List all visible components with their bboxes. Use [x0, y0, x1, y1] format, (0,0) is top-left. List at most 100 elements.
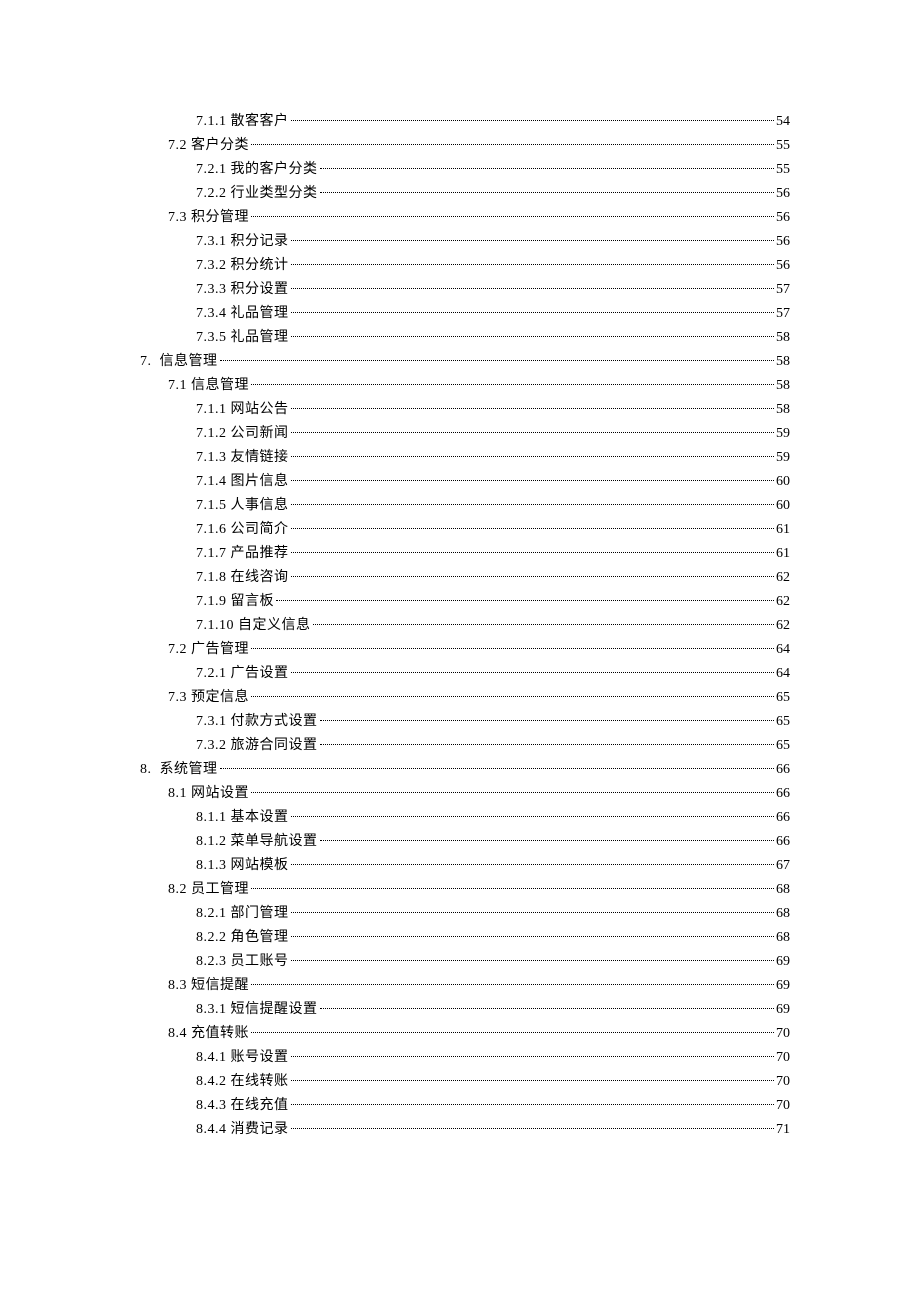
toc-entry-title: 7.1.10 自定义信息: [196, 614, 311, 638]
toc-entry: 8.2 员工管理68: [140, 878, 790, 902]
toc-entry: 8.3.1 短信提醒设置 69: [140, 998, 790, 1022]
toc-entry-title: 7.1.4 图片信息: [196, 470, 289, 494]
toc-entry-page: 66: [776, 782, 790, 806]
toc-entry: 7.3.1 积分记录56: [140, 230, 790, 254]
toc-entry: 7.3 积分管理 56: [140, 206, 790, 230]
toc-entry-title: 8.4.4 消费记录: [196, 1118, 289, 1142]
toc-entry: 8.4 充值转账 70: [140, 1022, 790, 1046]
toc-entry-page: 56: [776, 230, 790, 254]
toc-entry-title: 7.3.3 积分设置: [196, 278, 289, 302]
toc-entry-page: 62: [776, 566, 790, 590]
toc-leader: [251, 792, 774, 793]
toc-leader: [291, 936, 775, 937]
toc-entry-page: 69: [776, 998, 790, 1022]
toc-entry: 8.1.1 基本设置66: [140, 806, 790, 830]
toc-entry: 7.1.5 人事信息60: [140, 494, 790, 518]
toc-entry-page: 65: [776, 734, 790, 758]
toc-entry-title: 8.1 网站设置: [168, 782, 249, 806]
toc-entry-page: 70: [776, 1094, 790, 1118]
toc-entry-page: 70: [776, 1046, 790, 1070]
toc-entry: 7.1.7 产品推荐 61: [140, 542, 790, 566]
toc-entry-title: 7.2.1 我的客户分类: [196, 158, 318, 182]
toc-entry: 7.1.8 在线咨询 62: [140, 566, 790, 590]
toc-entry: 8.2.3 员工账号69: [140, 950, 790, 974]
toc-entry-title: 7.1.1 散客客户: [196, 110, 289, 134]
toc-leader: [291, 960, 775, 961]
toc-entry-page: 61: [776, 542, 790, 566]
toc-leader: [320, 720, 775, 721]
toc-entry-page: 70: [776, 1022, 790, 1046]
toc-entry-page: 59: [776, 422, 790, 446]
toc-entry-title: 7. 信息管理: [140, 350, 218, 374]
toc-entry-title: 8.3.1 短信提醒设置: [196, 998, 318, 1022]
toc-entry: 7.1.1 网站公告 58: [140, 398, 790, 422]
toc-entry: 8.4.3 在线充值70: [140, 1094, 790, 1118]
toc-entry-title: 8.1.3 网站模板: [196, 854, 289, 878]
toc-entry-page: 56: [776, 182, 790, 206]
toc-entry: 7.3.3 积分设置57: [140, 278, 790, 302]
toc-entry-title: 8.4 充值转账: [168, 1022, 249, 1046]
toc-leader: [320, 168, 775, 169]
toc-entry-title: 8.4.1 账号设置: [196, 1046, 289, 1070]
toc-leader: [291, 528, 775, 529]
toc-entry-page: 59: [776, 446, 790, 470]
toc-leader: [291, 864, 775, 865]
toc-entry: 8.3 短信提醒69: [140, 974, 790, 998]
toc-entry-title: 8.4.2 在线转账: [196, 1070, 289, 1094]
toc-leader: [291, 1056, 775, 1057]
toc-leader: [251, 384, 774, 385]
toc-entry: 7. 信息管理 58: [140, 350, 790, 374]
toc-entry-title: 7.1.7 产品推荐: [196, 542, 289, 566]
toc-entry-page: 70: [776, 1070, 790, 1094]
toc-entry-page: 58: [776, 374, 790, 398]
toc-entry-title: 7.3.2 旅游合同设置: [196, 734, 318, 758]
toc-entry-title: 7.1 信息管理: [168, 374, 249, 398]
toc-entry-title: 7.3.4 礼品管理: [196, 302, 289, 326]
toc-leader: [291, 312, 775, 313]
toc-entry-title: 7.2 广告管理: [168, 638, 249, 662]
toc-entry: 7.3.2 旅游合同设置 65: [140, 734, 790, 758]
toc-entry-page: 57: [776, 302, 790, 326]
toc-leader: [291, 1080, 775, 1081]
toc-leader: [291, 456, 775, 457]
toc-leader: [291, 432, 775, 433]
toc-entry-title: 7.1.1 网站公告: [196, 398, 289, 422]
toc-entry-page: 62: [776, 614, 790, 638]
toc-leader: [251, 144, 774, 145]
toc-leader: [320, 744, 775, 745]
toc-entry-page: 67: [776, 854, 790, 878]
toc-entry-page: 60: [776, 470, 790, 494]
toc-entry-title: 7.1.8 在线咨询: [196, 566, 289, 590]
toc-entry-page: 58: [776, 350, 790, 374]
toc-entry-page: 66: [776, 806, 790, 830]
toc-entry-title: 8. 系统管理: [140, 758, 218, 782]
toc-entry-title: 8.2.2 角色管理: [196, 926, 289, 950]
toc-leader: [291, 288, 775, 289]
toc-entry: 8.1.3 网站模板 67: [140, 854, 790, 878]
toc-entry: 7.3.5 礼品管理58: [140, 326, 790, 350]
toc-leader: [291, 480, 775, 481]
toc-leader: [291, 264, 775, 265]
toc-entry-page: 56: [776, 206, 790, 230]
toc-entry-title: 7.1.9 留言板: [196, 590, 274, 614]
toc-entry-page: 68: [776, 926, 790, 950]
toc-entry: 8. 系统管理66: [140, 758, 790, 782]
toc-entry-page: 65: [776, 710, 790, 734]
toc-leader: [320, 840, 775, 841]
toc-entry-title: 7.3 预定信息: [168, 686, 249, 710]
toc-entry: 8.1.2 菜单导航设置66: [140, 830, 790, 854]
toc-entry-page: 65: [776, 686, 790, 710]
toc-leader: [220, 768, 775, 769]
toc-entry: 7.2.2 行业类型分类56: [140, 182, 790, 206]
toc-leader: [251, 216, 774, 217]
toc-entry: 8.2.2 角色管理 68: [140, 926, 790, 950]
toc-entry-title: 8.1.2 菜单导航设置: [196, 830, 318, 854]
toc-entry-page: 60: [776, 494, 790, 518]
toc-entry-title: 7.3 积分管理: [168, 206, 249, 230]
toc-leader: [291, 504, 775, 505]
toc-entry-page: 58: [776, 398, 790, 422]
toc-leader: [291, 912, 775, 913]
toc-entry-title: 7.2 客户分类: [168, 134, 249, 158]
toc-entry-page: 56: [776, 254, 790, 278]
toc-leader: [251, 696, 774, 697]
